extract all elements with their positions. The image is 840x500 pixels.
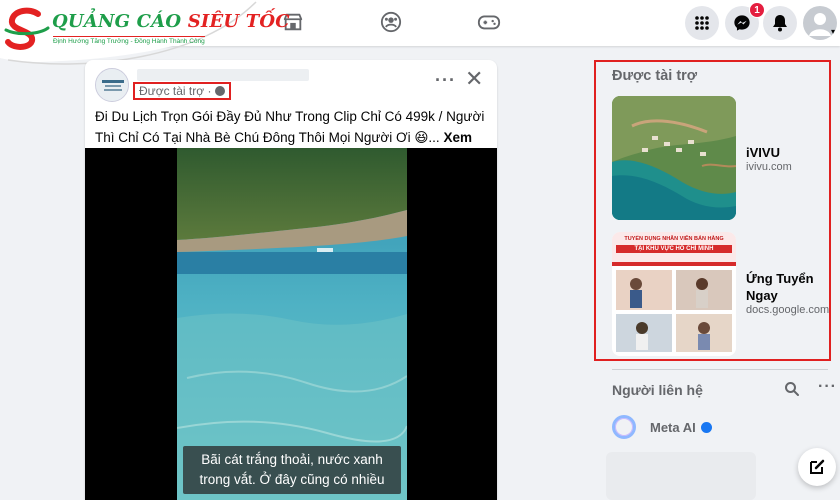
logo-brand-part2: SIÊU TỐC	[187, 11, 290, 32]
ad-image-text-1: TUYỂN DỤNG NHÂN VIÊN BÁN HÀNG	[624, 236, 724, 242]
sponsored-panel: Được tài trợ iVIVU ivivu.com TUYỂN DỤNG …	[594, 60, 831, 361]
globe-icon	[215, 86, 226, 96]
post-sponsored-label[interactable]: Được tài trợ ·	[133, 82, 232, 100]
messenger-badge: 1	[749, 2, 765, 18]
contact-name: Meta AI	[650, 419, 696, 435]
meta-ai-icon	[612, 415, 636, 439]
compose-icon	[810, 459, 825, 474]
ad-image-text-2: TẠI KHU VỰC HỒ CHÍ MINH	[616, 245, 732, 253]
ad-url-ivivu: ivivu.com	[746, 161, 792, 173]
sponsored-text: Được tài trợ ·	[139, 84, 212, 98]
ad-image-ivivu[interactable]	[612, 96, 736, 220]
ad-title-ivivu[interactable]: iVIVU	[746, 144, 826, 161]
page-name-placeholder[interactable]	[137, 69, 309, 81]
groups-icon[interactable]	[378, 9, 404, 35]
contacts-heading: Người liên hệ	[612, 382, 703, 398]
video-subtitle: Bãi cát trắng thoải, nước xanh trong vắt…	[183, 446, 401, 494]
new-message-button[interactable]	[798, 448, 836, 486]
messenger-button[interactable]: 1	[725, 2, 765, 40]
logo-brand-part1: QUẢNG CÁO	[52, 11, 182, 32]
contact-placeholder	[606, 452, 756, 500]
contact-meta-ai[interactable]: Meta AI	[612, 414, 712, 440]
sidebar-divider	[612, 369, 828, 370]
sponsored-post: Được tài trợ · ··· ✕ Đi Du Lịch Trọn Gói…	[85, 60, 497, 500]
search-icon[interactable]	[784, 381, 802, 399]
verified-icon	[700, 421, 712, 433]
menu-grid-button[interactable]	[685, 6, 719, 40]
ad-url-recruitment: docs.google.com	[746, 304, 830, 316]
page-avatar[interactable]	[95, 68, 129, 102]
logo-tagline: Định Hướng Tăng Trưởng - Đồng Hành Thành…	[53, 36, 205, 45]
menu-grid-icon	[695, 16, 709, 30]
sponsored-heading: Được tài trợ	[612, 68, 698, 84]
close-icon[interactable]: ✕	[465, 68, 483, 90]
messenger-icon	[734, 15, 750, 31]
post-video[interactable]: Bãi cát trắng thoải, nước xanh trong vắt…	[85, 148, 497, 500]
notifications-button[interactable]	[763, 6, 797, 40]
more-options-icon[interactable]: ···	[435, 70, 456, 91]
ad-image-recruitment[interactable]: TUYỂN DỤNG NHÂN VIÊN BÁN HÀNG TẠI KHU VỰ…	[612, 232, 736, 356]
notifications-icon	[773, 15, 787, 32]
contacts-more-icon[interactable]: ···	[818, 378, 837, 396]
account-chevron-icon[interactable]: ▾	[831, 27, 835, 36]
caption-text: Đi Du Lịch Trọn Gói Đầy Đủ Như Trong Cli…	[95, 109, 485, 145]
gaming-icon[interactable]	[476, 9, 502, 35]
ad-title-recruitment[interactable]: Ứng Tuyển Ngay	[746, 270, 826, 304]
